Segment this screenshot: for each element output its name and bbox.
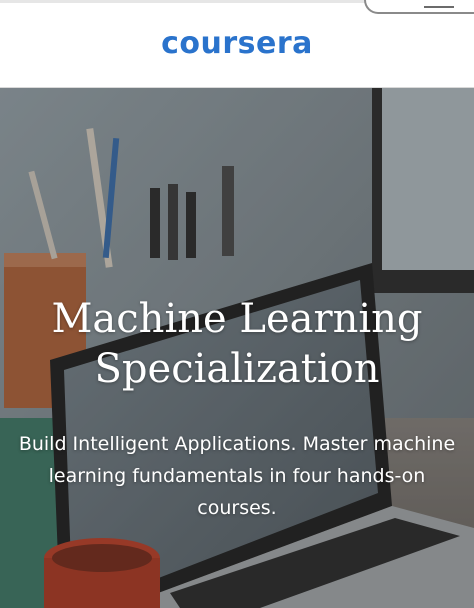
hero-title-line-1: Machine Learning xyxy=(51,296,423,342)
hero-subtitle-line-3: courses. xyxy=(197,497,277,519)
menu-button[interactable] xyxy=(364,0,474,14)
hero-subtitle: Build Intelligent Applications. Master m… xyxy=(8,428,466,524)
top-bar: coursera xyxy=(0,0,474,88)
hamburger-menu-icon[interactable] xyxy=(424,6,454,8)
hero-banner: Machine Learning Specialization Build In… xyxy=(0,88,474,608)
hero-subtitle-line-2: learning fundamentals in four hands-on xyxy=(48,465,426,487)
hero-subtitle-line-1: Build Intelligent Applications. Master m… xyxy=(18,433,456,455)
coursera-logo[interactable]: coursera xyxy=(0,26,474,61)
hero-title: Machine Learning Specialization xyxy=(0,294,474,394)
hero-title-line-2: Specialization xyxy=(94,346,380,392)
